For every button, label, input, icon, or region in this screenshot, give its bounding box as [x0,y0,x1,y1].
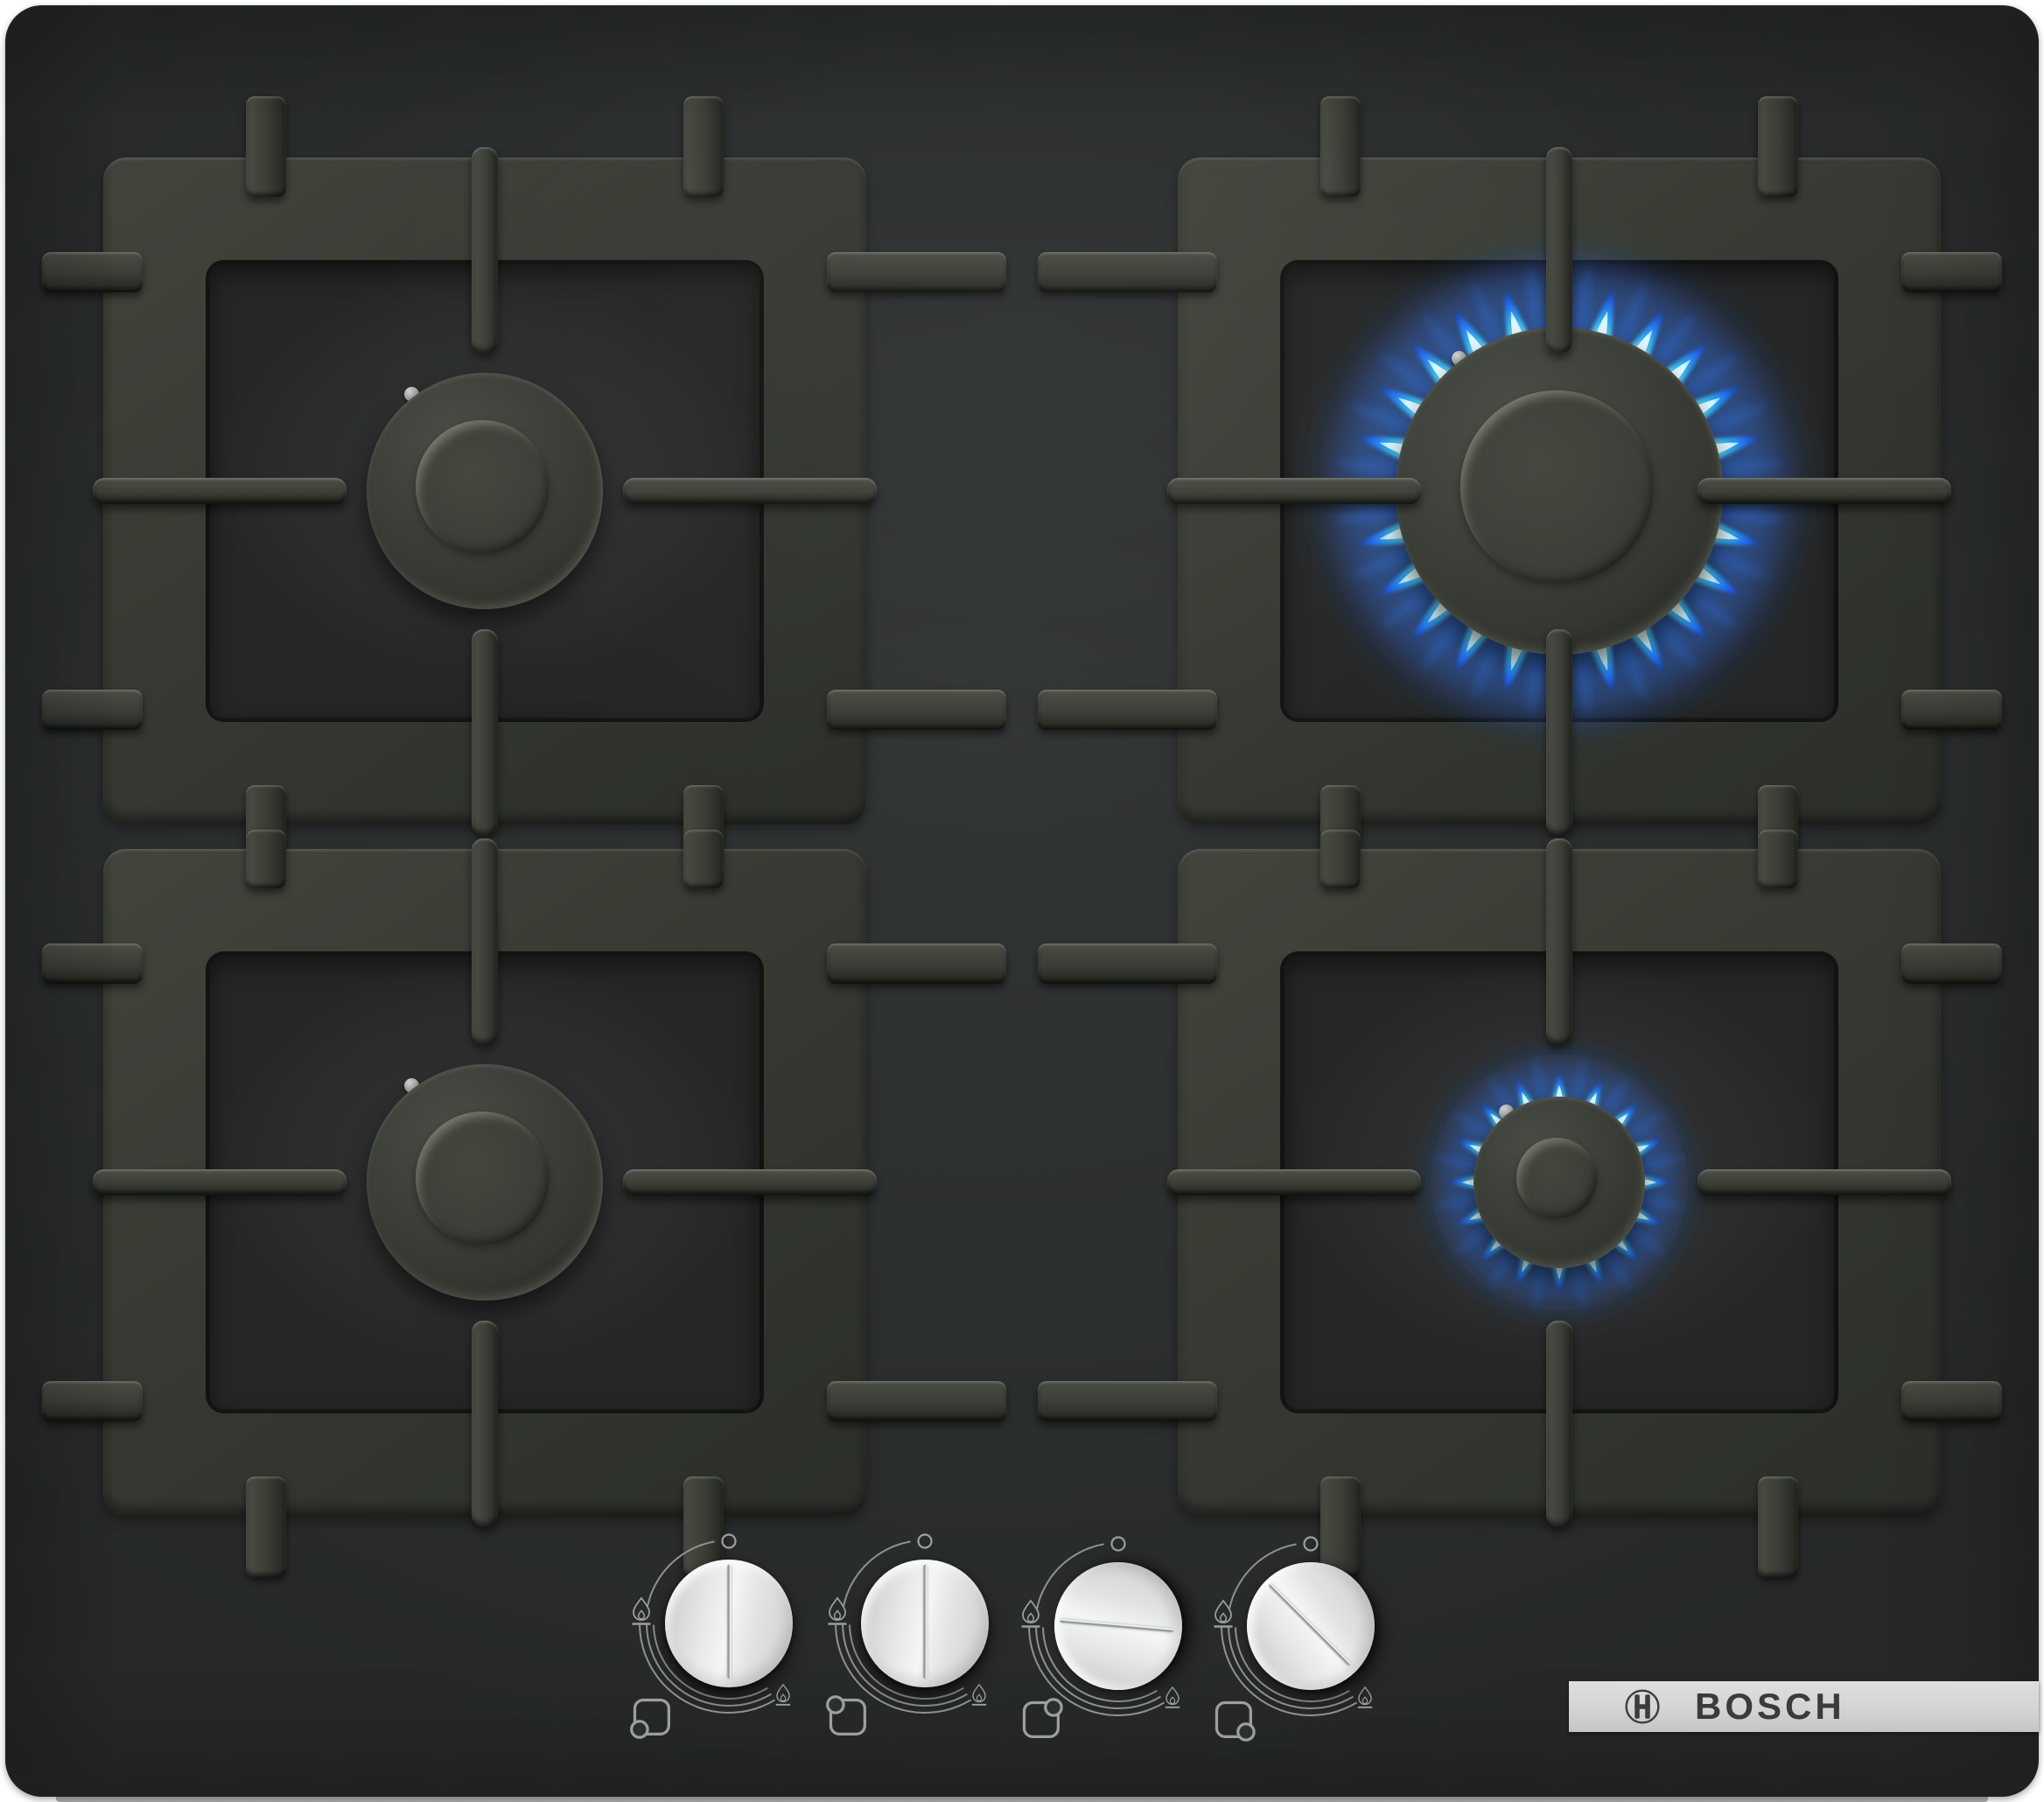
grate-arm-top-front-right [1546,838,1572,1044]
grate-arm-right-back-right [1698,478,1951,504]
grate-stub [1901,252,2002,292]
off-position-marker [919,1535,932,1548]
product-photo-stage: BOSCH [0,0,2044,1802]
grate-stub [1901,690,2002,730]
grate-stub [827,252,1006,292]
grate-stub [683,830,724,888]
grate-arm-right-back-left [623,478,877,504]
grate-stub [1038,690,1217,730]
grate-arm-right-front-left [623,1169,877,1195]
grate-stub [1758,1476,1798,1577]
grate-arm-bottom-back-right [1546,629,1572,835]
burner-cap-back-left [367,373,603,609]
burner-cap-back-right [1396,327,1723,655]
grate-stub [827,1381,1006,1421]
grate-arm-top-back-left [472,147,498,353]
grate-stub [42,943,143,984]
burner-position-icon-knob-3 [1018,1697,1064,1742]
grate-stub [827,690,1006,730]
burner-cap-center-front-right [1516,1138,1597,1218]
low-flame-icon [1358,1687,1372,1707]
off-position-marker [723,1535,736,1548]
control-knob-back-left[interactable] [861,1560,989,1687]
knob-indicator [923,1565,928,1679]
grate-stub [1320,96,1361,197]
grate-arm-top-back-right [1546,147,1572,353]
grate-stub [1758,830,1798,888]
knob-indicator [1268,1583,1351,1666]
knob-indicator [727,1565,732,1679]
grate-stub [246,1476,286,1577]
burner-cap-front-left [367,1064,603,1301]
burner-position-icon-knob-4 [1211,1697,1256,1742]
low-flame-icon [776,1685,790,1705]
grate-arm-bottom-front-left [472,1321,498,1526]
grate-stub [1320,830,1361,888]
grate-stub [42,252,143,292]
grate-stub [827,943,1006,984]
bosch-logo-icon [1623,1687,1662,1726]
grate-stub [1038,943,1217,984]
grate-arm-bottom-back-left [472,629,498,835]
burner-cap-center-front-left [416,1111,549,1245]
off-position-marker [1305,1538,1318,1551]
grate-stub [1758,96,1798,197]
grate-arm-left-front-right [1167,1169,1421,1195]
grate-arm-left-back-right [1167,478,1421,504]
grate-arm-left-back-left [93,478,346,504]
burner-position-icon-knob-2 [825,1694,871,1740]
burner-cap-front-right [1474,1097,1645,1268]
knob-indicator [1060,1619,1173,1633]
grate-stub [246,830,286,888]
grate-stub [1901,943,2002,984]
low-flame-icon [1166,1687,1180,1707]
grate-stub [42,690,143,730]
off-position-marker [1112,1538,1125,1551]
grate-arm-bottom-front-right [1546,1321,1572,1526]
grate-arm-left-front-left [93,1169,346,1195]
grate-arm-top-front-left [472,838,498,1044]
grate-stub [1901,1381,2002,1421]
bosch-logo-text: BOSCH [1695,1686,1845,1728]
burner-position-icon-knob-1 [629,1694,675,1740]
grate-stub [246,96,286,197]
bosch-badge: BOSCH [1569,1681,2039,1732]
low-flame-icon [972,1685,986,1705]
grate-arm-right-front-right [1698,1169,1951,1195]
grate-stub [42,1381,143,1421]
grate-stub [1038,252,1217,292]
grate-stub [683,96,724,197]
control-knob-front-left[interactable] [665,1560,793,1687]
grate-stub [1038,1381,1217,1421]
burner-cap-center-back-right [1460,390,1653,583]
burner-cap-center-back-left [416,420,549,553]
